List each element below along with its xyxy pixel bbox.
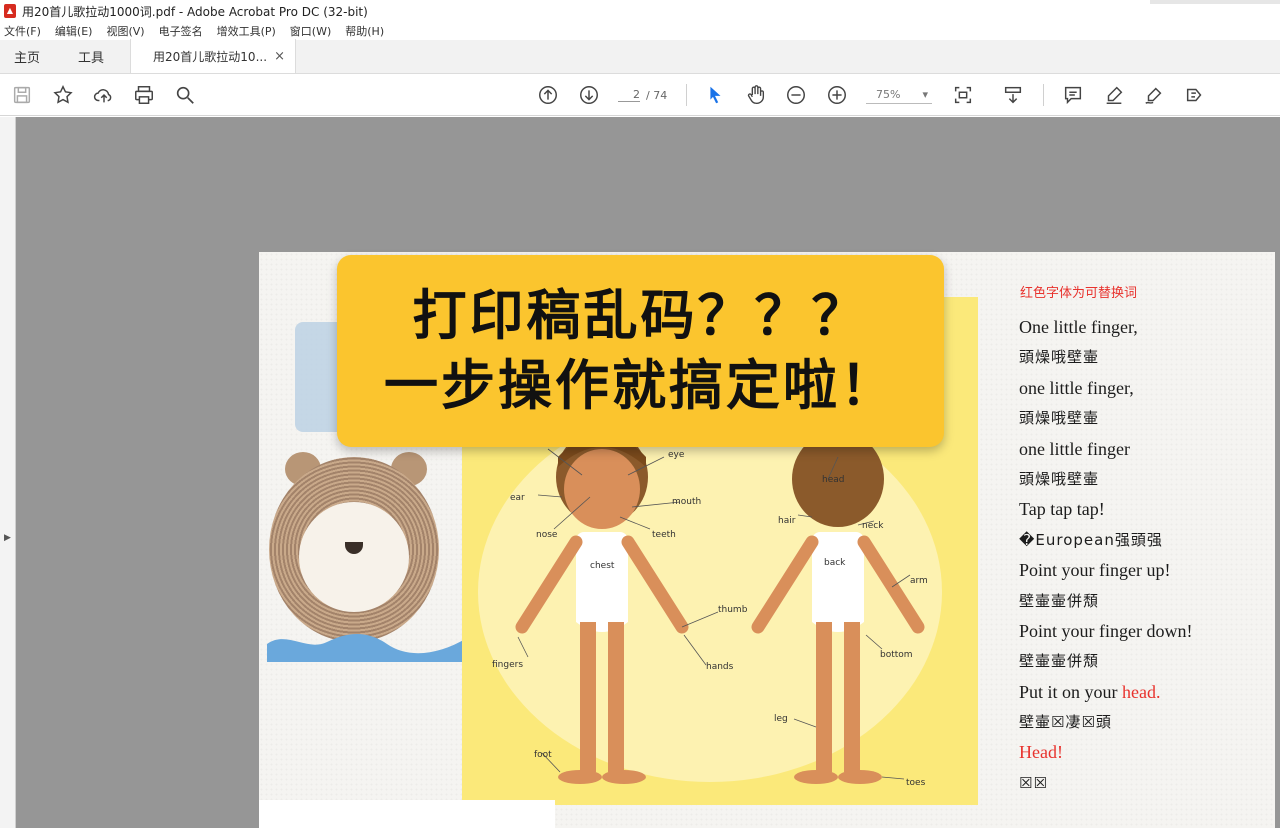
expand-panel-arrow-icon[interactable]: ▶: [4, 533, 11, 543]
label-ear: ear: [510, 493, 525, 503]
fit-page-icon[interactable]: [951, 83, 975, 107]
tab-home[interactable]: 主页: [0, 39, 54, 73]
label-neck: neck: [862, 521, 884, 531]
menu-bar: 文件(F) 编辑(E) 视图(V) 电子签名 增效工具(P) 窗口(W) 帮助(…: [0, 22, 1280, 40]
page-white-strip: [259, 800, 555, 828]
menu-window[interactable]: 窗口(W): [290, 23, 331, 39]
search-icon[interactable]: [173, 83, 197, 107]
tab-tools[interactable]: 工具: [64, 39, 118, 73]
lyric-text: Put it on your: [1019, 681, 1123, 702]
window-controls[interactable]: [1150, 0, 1280, 4]
label-toes: toes: [906, 778, 926, 788]
menu-file[interactable]: 文件(F): [4, 23, 41, 39]
sign-pen-icon[interactable]: [1142, 83, 1166, 107]
label-head: head: [822, 475, 844, 485]
zoom-level-value: 75%: [876, 88, 901, 101]
print-icon[interactable]: [132, 83, 156, 107]
lyric-line: Point your finger down!: [1019, 620, 1193, 641]
front-child-figure: [515, 429, 689, 784]
page-current[interactable]: 2: [618, 88, 640, 102]
garbled-lyric-line: 壁壷☒凄☒頭: [1019, 713, 1112, 732]
label-back: back: [824, 558, 846, 568]
tab-bar: 主页 工具 用20首儿歌拉动10... ×: [0, 39, 1280, 74]
label-bottom: bottom: [880, 650, 913, 660]
acrobat-window: ▲ 用20首儿歌拉动1000词.pdf - Adobe Acrobat Pro …: [0, 0, 1280, 828]
hand-tool-icon[interactable]: [744, 83, 768, 107]
label-teeth: teeth: [652, 530, 676, 540]
cloud-upload-icon[interactable]: [92, 83, 116, 107]
replaceable-words-note: 红色字体为可替换词: [1020, 286, 1138, 301]
zoom-level-select[interactable]: 75% ▾: [866, 86, 932, 104]
title-bar: ▲ 用20首儿歌拉动1000词.pdf - Adobe Acrobat Pro …: [0, 0, 1280, 22]
garbled-lyric-line: 頭燥哦壁壷: [1019, 348, 1100, 367]
label-mouth: mouth: [672, 497, 701, 507]
garbled-lyric-line: 壁壷壷併頽: [1019, 591, 1100, 610]
garbled-lyric-line: 頭燥哦壁壷: [1019, 469, 1100, 488]
replaceable-word: head.: [1122, 681, 1161, 702]
menu-plugins[interactable]: 增效工具(P): [217, 23, 276, 39]
menu-esign[interactable]: 电子签名: [159, 23, 203, 39]
lyric-line: one little finger: [1019, 438, 1130, 459]
acrobat-app-icon: ▲: [4, 4, 16, 18]
menu-edit[interactable]: 编辑(E): [55, 23, 93, 39]
bookmark-star-icon[interactable]: [51, 83, 75, 107]
label-hair: hair: [778, 516, 796, 526]
window-title: 用20首儿歌拉动1000词.pdf - Adobe Acrobat Pro DC…: [22, 4, 368, 19]
tab-document-label: 用20首儿歌拉动10...: [153, 49, 268, 64]
lion-face: [299, 502, 409, 612]
comment-icon[interactable]: [1061, 83, 1085, 107]
label-leg: leg: [774, 714, 788, 724]
zoom-in-icon[interactable]: [825, 83, 849, 107]
label-chest: chest: [590, 561, 615, 571]
menu-view[interactable]: 视图(V): [106, 23, 144, 39]
label-hands: hands: [706, 662, 734, 672]
scroll-mode-icon[interactable]: [1001, 83, 1025, 107]
toolbar-separator: [686, 84, 687, 106]
page-down-icon[interactable]: [577, 83, 601, 107]
lyric-line: Tap tap tap!: [1019, 499, 1105, 520]
select-cursor-icon[interactable]: [703, 83, 727, 107]
garbled-lyric-line: 壁壷壷併頽: [1019, 652, 1100, 671]
label-foot: foot: [534, 750, 552, 760]
blue-water-wave: [267, 634, 467, 662]
garbled-lyric-line: �European强頭强: [1019, 530, 1163, 549]
toolbar: 2 / 74 75% ▾: [0, 74, 1280, 116]
lyric-line: One little finger,: [1019, 317, 1138, 337]
label-arm: arm: [910, 576, 928, 586]
document-workspace[interactable]: ▶ eye ear mouth nose teeth chest thumb f…: [0, 117, 1280, 828]
lyric-line: one little finger,: [1019, 377, 1134, 398]
label-nose: nose: [536, 530, 558, 540]
menu-help[interactable]: 帮助(H): [345, 23, 384, 39]
label-fingers: fingers: [492, 660, 523, 670]
page-up-icon[interactable]: [536, 83, 560, 107]
zoom-out-icon[interactable]: [784, 83, 808, 107]
save-icon[interactable]: [10, 83, 34, 107]
tab-document[interactable]: 用20首儿歌拉动10... ×: [130, 39, 297, 73]
garbled-lyric-line: ☒☒: [1019, 773, 1048, 792]
banner-line-1: 打印稿乱码？？？: [412, 284, 869, 347]
banner-line-2: 一步操作就搞定啦！: [384, 354, 897, 417]
lyric-line: Point your finger up!: [1019, 560, 1171, 581]
share-export-icon[interactable]: [1183, 83, 1207, 107]
left-panel-rail[interactable]: ▶: [0, 117, 16, 828]
tab-close-icon[interactable]: ×: [274, 49, 285, 64]
promo-banner: 打印稿乱码？？？ 一步操作就搞定啦！: [337, 255, 944, 447]
highlight-pen-icon[interactable]: [1102, 83, 1126, 107]
page-total: / 74: [646, 88, 668, 102]
label-thumb: thumb: [718, 605, 748, 615]
lyric-line: Put it on your head.: [1019, 677, 1269, 707]
song-lyrics: One little finger, 頭燥哦壁壷 one little fing…: [1019, 312, 1269, 798]
page-number-box[interactable]: 2 / 74: [618, 86, 678, 104]
toolbar-separator: [1043, 84, 1044, 106]
zoom-chevron-down-icon: ▾: [922, 88, 928, 101]
replaceable-word-line: Head!: [1019, 742, 1063, 763]
label-eye: eye: [668, 450, 685, 460]
garbled-lyric-line: 頭燥哦壁壷: [1019, 409, 1100, 428]
